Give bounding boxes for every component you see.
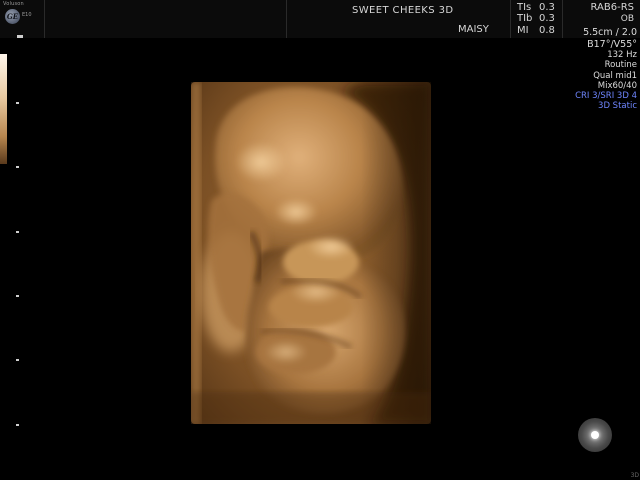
render-mode: 3D Static — [598, 101, 637, 112]
header-divider — [44, 0, 45, 38]
depth-tick — [16, 102, 19, 104]
preset-name: OB — [620, 14, 634, 24]
quality-mode: Routine — [604, 60, 637, 71]
frame-rate: 132 Hz — [607, 50, 637, 60]
depth-tick — [16, 295, 19, 297]
model-name: E10 — [22, 12, 32, 18]
depth-range: 5.5cm / 2.0 — [583, 27, 637, 38]
index-label: TIs — [517, 2, 532, 13]
trackball-icon — [578, 418, 612, 452]
brand-name: Voluson — [3, 1, 24, 7]
rendered-3d-volume — [191, 82, 431, 424]
header-divider — [562, 0, 563, 38]
index-tib: TIb 0.3 — [517, 13, 555, 24]
probe-name: RAB6-RS — [590, 2, 634, 13]
depth-tick — [16, 231, 19, 233]
header-bar: Voluson GE E10 SWEET CHEEKS 3D MAISY TIs… — [0, 0, 640, 38]
ge-logo: Voluson GE E10 — [1, 0, 43, 36]
sweep-angle: B17°/V55° — [587, 39, 637, 50]
index-tis: TIs 0.3 — [517, 2, 555, 13]
index-value: 0.8 — [539, 25, 555, 36]
scale-top-marker — [17, 35, 23, 38]
gray-map-bar — [0, 54, 7, 164]
header-divider — [510, 0, 511, 38]
mix-ratio: Mix60/40 — [597, 80, 637, 91]
depth-tick — [16, 166, 19, 168]
depth-tick — [16, 359, 19, 361]
header-divider — [286, 0, 287, 38]
depth-tick — [16, 424, 19, 426]
quality-level: Qual mid1 — [593, 70, 637, 81]
index-value: 0.3 — [539, 2, 555, 13]
trackball-dot — [591, 431, 599, 439]
index-label: MI — [517, 25, 529, 36]
cri-sri-setting: CRI 3/SRI 3D 4 — [575, 91, 637, 102]
index-mi: MI 0.8 — [517, 25, 555, 36]
index-value: 0.3 — [539, 13, 555, 24]
acquisition-params: 5.5cm / 2.0 B17°/V55° 132 Hz Routine Qua… — [575, 27, 637, 112]
index-label: TIb — [517, 13, 533, 24]
patient-name: MAISY — [458, 24, 489, 35]
corner-mark: 3D — [630, 472, 639, 479]
ge-logo-icon: GE — [5, 9, 20, 24]
exam-title: SWEET CHEEKS 3D — [352, 5, 454, 16]
